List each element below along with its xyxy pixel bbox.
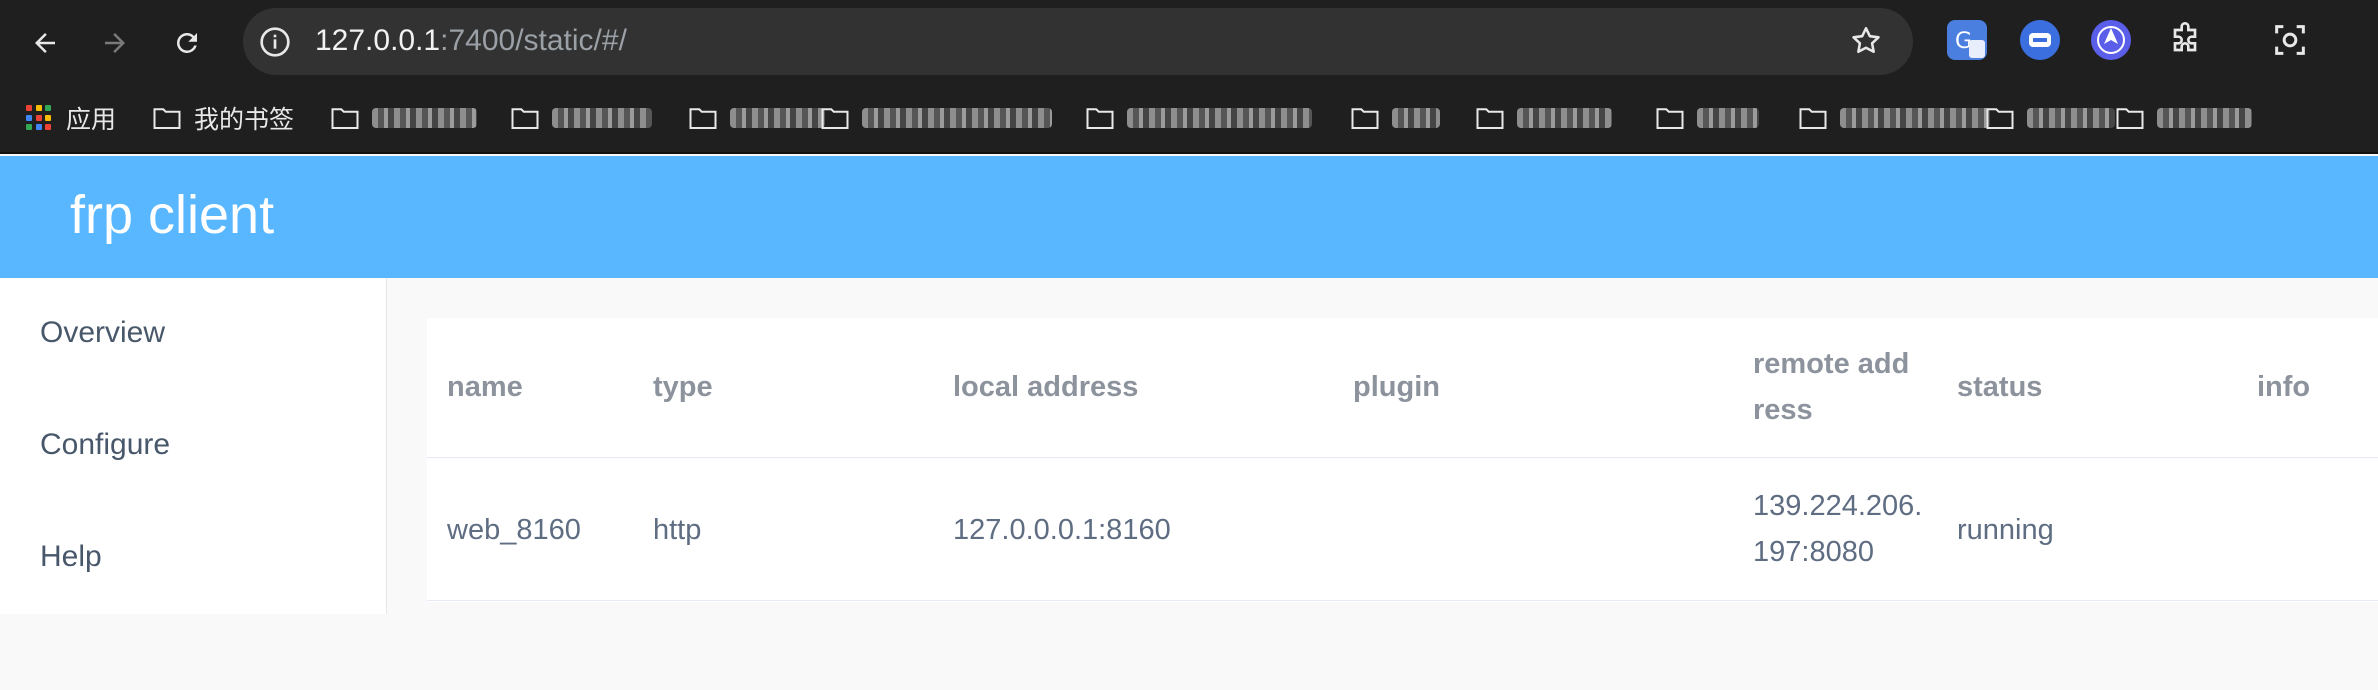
bookmark-my-bookmarks[interactable]: 我的书签 xyxy=(152,100,294,136)
blurred-label xyxy=(1392,108,1440,128)
cell-local-address: 127.0.0.0.1:8160 xyxy=(953,514,1171,546)
folder-icon xyxy=(689,108,717,129)
folder-icon xyxy=(1656,108,1684,129)
url-path: :7400/static/#/ xyxy=(440,24,627,57)
cell-remote-address: 139.224.206. 197:8080 xyxy=(1753,483,1922,575)
blurred-label xyxy=(2027,108,2115,128)
column-header-status[interactable]: status xyxy=(1957,364,2042,410)
bookmark-apps[interactable]: 应用 xyxy=(26,100,116,136)
arrow-right-icon xyxy=(105,33,125,53)
app-title: frp client xyxy=(70,185,275,245)
bookmark-folder-blurred[interactable] xyxy=(820,100,1052,136)
folder-icon xyxy=(2116,108,2144,129)
blurred-label xyxy=(372,108,477,128)
blurred-label xyxy=(1127,108,1312,128)
folder-icon xyxy=(1986,108,2014,129)
column-header-local-address[interactable]: local address xyxy=(953,364,1138,410)
star-icon[interactable] xyxy=(1849,24,1883,58)
cell-status: running xyxy=(1957,514,2054,546)
column-header-remote-address-line1: remote add xyxy=(1753,348,1910,380)
column-header-remote-address-line2: ress xyxy=(1753,394,1813,426)
folder-icon xyxy=(821,108,849,129)
blurred-label xyxy=(1697,108,1759,128)
bookmark-apps-label: 应用 xyxy=(66,106,117,134)
folder-icon xyxy=(1351,108,1379,129)
sidebar-item-help[interactable]: Help xyxy=(40,540,102,574)
bookmarks-bar: 应用 我的书签 xyxy=(0,82,2378,154)
column-header-name[interactable]: name xyxy=(447,364,523,410)
bookmark-folder-blurred[interactable] xyxy=(1798,100,1990,136)
folder-icon xyxy=(153,108,181,129)
extensions-puzzle-icon[interactable] xyxy=(2165,20,2205,60)
column-header-info[interactable]: info xyxy=(2257,364,2310,410)
cell-remote-address-line1: 139.224.206. xyxy=(1753,490,1923,522)
bookmark-folder-blurred[interactable] xyxy=(330,100,477,136)
folder-icon xyxy=(511,108,539,129)
extension-compass-icon[interactable] xyxy=(2091,20,2131,60)
sidebar-item-overview[interactable]: Overview xyxy=(40,316,165,350)
folder-icon xyxy=(1086,108,1114,129)
reload-button[interactable] xyxy=(162,18,212,68)
bookmark-folder-blurred[interactable] xyxy=(1350,100,1440,136)
url-text[interactable]: 127.0.0.1:7400/static/#/ xyxy=(315,24,627,58)
url-host: 127.0.0.1 xyxy=(315,24,441,57)
folder-icon xyxy=(1476,108,1504,129)
forward-button[interactable] xyxy=(90,18,140,68)
bookmark-folder-blurred[interactable] xyxy=(688,100,825,136)
blurred-label xyxy=(2157,108,2252,128)
table-header: name type local address plugin remote ad… xyxy=(427,318,2378,458)
app-header: frp client xyxy=(0,156,2378,278)
cell-name: web_8160 xyxy=(447,514,581,546)
blurred-label xyxy=(552,108,652,128)
blurred-label xyxy=(1517,108,1612,128)
extension-badge-icon[interactable] xyxy=(2020,20,2060,60)
cell-remote-address-line2: 197:8080 xyxy=(1753,536,1874,568)
back-button[interactable] xyxy=(20,18,70,68)
arrow-left-icon xyxy=(35,33,55,53)
column-header-type[interactable]: type xyxy=(653,364,713,410)
folder-icon xyxy=(1799,108,1827,129)
sidebar-menu: Overview Configure Help xyxy=(0,278,387,614)
column-header-plugin[interactable]: plugin xyxy=(1353,364,1440,410)
screenshot-lens-icon[interactable] xyxy=(2270,20,2310,60)
proxy-table: name type local address plugin remote ad… xyxy=(427,318,2378,602)
apps-grid-icon xyxy=(26,105,52,131)
translate-extension-icon[interactable]: G xyxy=(1947,20,1987,60)
blurred-label xyxy=(730,108,825,128)
bookmark-my-bookmarks-label: 我的书签 xyxy=(194,106,295,134)
address-bar[interactable]: 127.0.0.1:7400/static/#/ xyxy=(243,8,1913,75)
folder-icon xyxy=(331,108,359,129)
info-icon[interactable] xyxy=(259,26,291,58)
bookmark-folder-blurred[interactable] xyxy=(510,100,652,136)
bookmark-folder-blurred[interactable] xyxy=(1085,100,1312,136)
sidebar-item-configure[interactable]: Configure xyxy=(40,428,170,462)
reload-icon xyxy=(177,33,197,53)
bookmark-folder-blurred[interactable] xyxy=(1475,100,1612,136)
column-header-remote-address[interactable]: remote add ress xyxy=(1753,341,1909,433)
bookmark-folder-blurred[interactable] xyxy=(1655,100,1759,136)
blurred-label xyxy=(862,108,1052,128)
bookmark-folder-blurred[interactable] xyxy=(2115,100,2252,136)
browser-toolbar: 127.0.0.1:7400/static/#/ G xyxy=(0,0,2378,82)
blurred-label xyxy=(1840,108,1990,128)
bookmark-folder-blurred[interactable] xyxy=(1985,100,2115,136)
table-row: web_8160 http 127.0.0.0.1:8160 139.224.2… xyxy=(427,459,2378,601)
cell-type: http xyxy=(653,514,702,546)
